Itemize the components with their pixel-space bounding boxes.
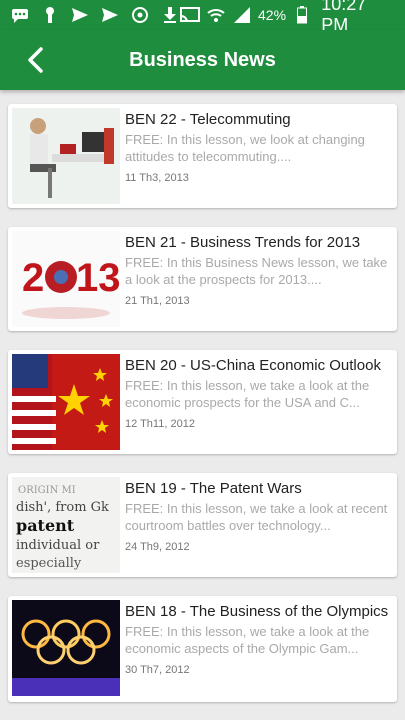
page-title: Business News <box>129 48 276 71</box>
article-title: BEN 20 - US-China Economic Outlook <box>125 357 381 374</box>
download-icon <box>160 6 180 24</box>
status-bar: 42% 10:27 PM <box>0 0 405 35</box>
3d-2013-photo: 2 13 <box>12 231 120 327</box>
us-china-flags-photo <box>12 354 120 450</box>
keyhole-icon <box>40 6 60 24</box>
svg-text:2: 2 <box>22 256 44 300</box>
dictionary-patent-photo: ORIGIN MI dish', from Gk patent individu… <box>12 477 120 573</box>
article-card[interactable]: BEN 18 - The Business of the Olympics FR… <box>8 596 397 702</box>
article-date: 21 Th1, 2013 <box>125 295 190 307</box>
svg-text:especially: especially <box>16 556 82 571</box>
article-card[interactable]: BEN 20 - US-China Economic Outlook FREE:… <box>8 350 397 454</box>
signal-icon <box>232 6 252 24</box>
send-icon <box>100 6 120 24</box>
chevron-left-icon <box>28 47 43 73</box>
olympic-rings-fireworks-photo <box>12 600 120 696</box>
app-bar: Business News <box>0 30 405 90</box>
article-title: BEN 22 - Telecommuting <box>125 111 291 128</box>
svg-text:dish', from Gk: dish', from Gk <box>16 500 109 515</box>
sync-icon <box>130 6 150 24</box>
article-title: BEN 18 - The Business of the Olympics <box>125 603 389 620</box>
svg-text:individual or: individual or <box>16 538 100 553</box>
article-date: 11 Th3, 2013 <box>125 172 189 184</box>
back-button[interactable] <box>20 44 52 76</box>
article-date: 24 Th9, 2012 <box>125 541 190 553</box>
send-icon <box>70 6 90 24</box>
article-date: 30 Th7, 2012 <box>125 664 190 676</box>
article-description: FREE: In this lesson, we take a look at … <box>125 501 388 533</box>
article-description: FREE: In this lesson, we take a look at … <box>125 378 370 410</box>
battery-percent: 42% <box>258 7 287 23</box>
svg-text:patent: patent <box>16 516 75 535</box>
article-date: 12 Th11, 2012 <box>125 418 195 430</box>
battery-icon <box>292 6 311 24</box>
article-card[interactable]: ORIGIN MI dish', from Gk patent individu… <box>8 473 397 577</box>
svg-text:13: 13 <box>76 256 120 300</box>
article-title: BEN 19 - The Patent Wars <box>125 480 302 497</box>
message-icon <box>10 6 30 24</box>
article-description: FREE: In this lesson, we look at changin… <box>125 132 365 164</box>
wifi-icon <box>206 6 226 24</box>
article-card[interactable]: 2 13 BEN 21 - Business Trends for 2013 F… <box>8 227 397 331</box>
article-description: FREE: In this Business News lesson, we t… <box>125 255 388 287</box>
svg-text:ORIGIN MI: ORIGIN MI <box>18 485 76 496</box>
article-description: FREE: In this lesson, we take a look at … <box>125 624 370 656</box>
cast-icon <box>180 6 200 24</box>
article-title: BEN 21 - Business Trends for 2013 <box>125 234 361 251</box>
woman-at-desk-photo <box>12 108 120 204</box>
article-card[interactable]: BEN 22 - Telecommuting FREE: In this les… <box>8 104 397 208</box>
